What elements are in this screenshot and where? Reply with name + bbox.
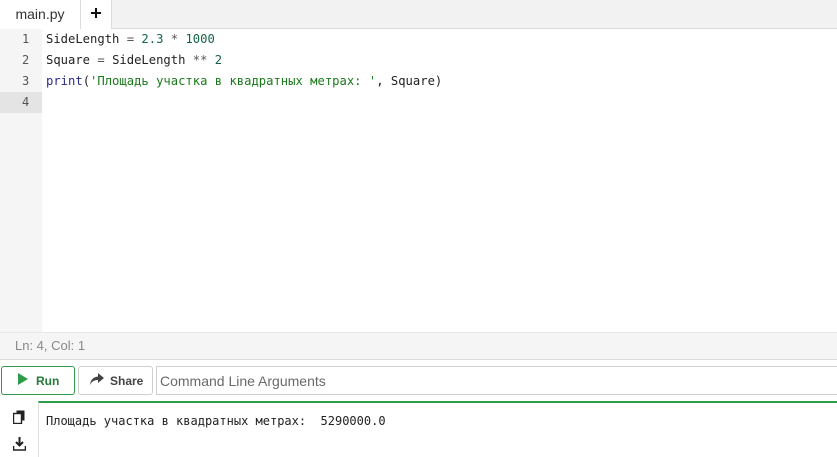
code-token: = — [97, 53, 113, 67]
add-tab-button[interactable] — [81, 0, 112, 29]
line-number: 2 — [22, 53, 30, 67]
share-icon — [90, 373, 104, 388]
code-token: = — [126, 32, 142, 46]
code-line[interactable]: Square = SideLength ** 2 — [46, 50, 222, 71]
tab-main-py[interactable]: main.py — [0, 0, 81, 29]
share-button[interactable]: Share — [78, 366, 153, 395]
code-token: * — [170, 32, 186, 46]
cursor-position: Ln: 4, Col: 1 — [15, 338, 86, 353]
code-line[interactable]: print('Площадь участка в квадратных метр… — [46, 71, 442, 92]
tab-label: main.py — [15, 6, 65, 22]
editor-status-bar: Ln: 4, Col: 1 — [0, 332, 837, 359]
run-toolbar: Run Share — [0, 359, 837, 401]
line-number: 4 — [22, 95, 30, 109]
share-label: Share — [110, 373, 144, 388]
command-line-arguments-input[interactable] — [156, 366, 837, 395]
code-token: 1000 — [185, 32, 215, 46]
code-token: 2 — [214, 53, 223, 67]
copy-icon[interactable] — [12, 409, 26, 425]
code-token: 'Площадь участка в квадратных метрах: ' — [90, 74, 377, 88]
download-icon[interactable] — [12, 436, 26, 452]
run-button[interactable]: Run — [1, 366, 75, 395]
code-token: SideLength — [46, 32, 127, 46]
run-label: Run — [36, 373, 60, 388]
code-editor[interactable]: 1 2 3 4 SideLength = 2.3 * 1000 Square =… — [0, 29, 837, 332]
code-token: ** — [192, 53, 215, 67]
active-line-highlight — [42, 92, 837, 113]
program-output: Площадь участка в квадратных метрах: 529… — [46, 414, 386, 428]
code-token: SideLength — [112, 53, 193, 67]
play-icon — [18, 373, 28, 388]
online-python-ide: main.py 1 2 3 4 SideLength = 2.3 * 1000 … — [0, 0, 837, 457]
code-token: 2.3 — [141, 32, 171, 46]
code-line[interactable]: SideLength = 2.3 * 1000 — [46, 29, 215, 50]
code-token: print — [46, 74, 83, 88]
output-console: Площадь участка в квадратных метрах: 529… — [38, 401, 837, 457]
output-actions — [0, 401, 38, 457]
plus-icon — [90, 6, 102, 24]
line-number: 3 — [22, 74, 30, 88]
tab-bar: main.py — [0, 0, 837, 29]
code-token: ( — [82, 74, 91, 88]
code-token: , Square) — [376, 74, 443, 88]
line-number: 1 — [22, 32, 30, 46]
code-token: Square — [46, 53, 98, 67]
output-panel: Площадь участка в квадратных метрах: 529… — [0, 401, 837, 457]
